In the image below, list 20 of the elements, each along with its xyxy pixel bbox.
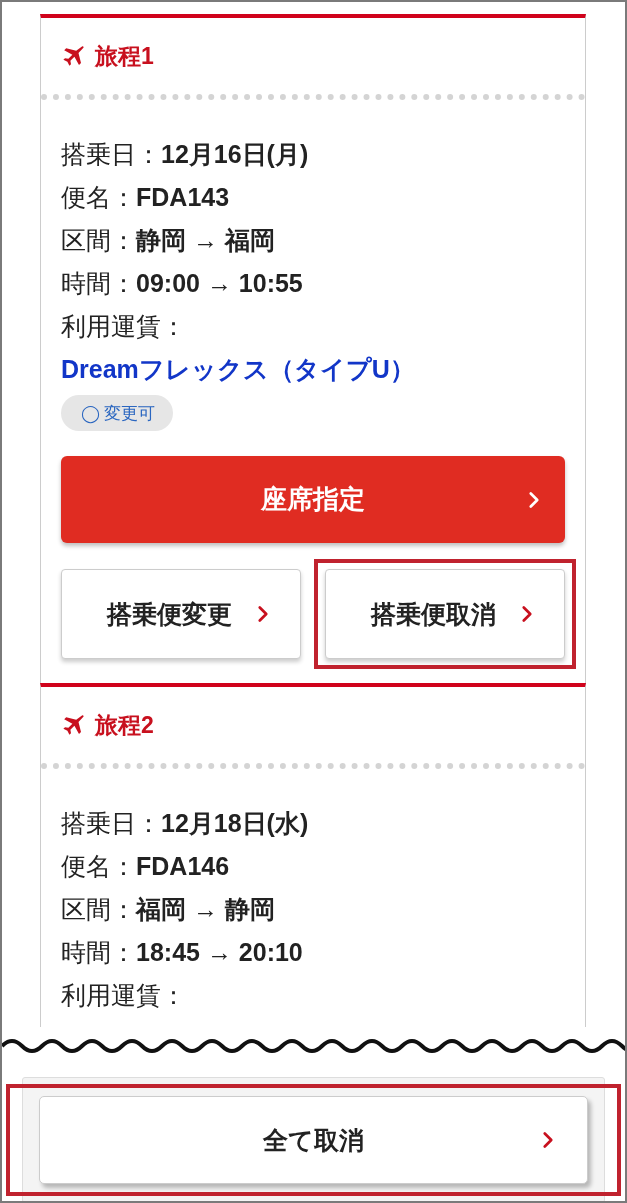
detail-line: 便名：FDA143 — [61, 182, 231, 213]
detail-line: 利用運賃： — [61, 980, 187, 1011]
detail-line: 区間：福岡 → 静岡 — [61, 894, 276, 925]
detail-line: 時間：18:45 → 20:10 — [61, 937, 304, 968]
flight-action-button[interactable]: 搭乗便取消 — [325, 569, 565, 659]
detail-line: 搭乗日：12月18日(水) — [61, 808, 310, 839]
detail-line: 区間：静岡 → 福岡 — [61, 225, 276, 256]
fare-name[interactable]: Dreamフレックス（タイプU） — [61, 348, 565, 391]
detail-line: 便名：FDA146 — [61, 851, 231, 882]
airplane-icon — [61, 44, 85, 68]
itinerary-title: 旅程1 — [95, 41, 154, 71]
flight-action-button[interactable]: 搭乗便変更 — [61, 569, 301, 659]
changeable-badge: ◯ 変更可 — [61, 395, 174, 431]
seat-selection-button[interactable]: 座席指定 — [61, 456, 565, 543]
detail-line: 時間：09:00 → 10:55 — [61, 268, 304, 299]
airplane-icon — [61, 713, 85, 737]
cancel-all-button[interactable]: 全て取消 — [39, 1096, 588, 1184]
detail-line: 利用運賃： — [61, 311, 187, 342]
detail-line: 搭乗日：12月16日(月) — [61, 139, 310, 170]
itinerary-title: 旅程2 — [95, 710, 154, 740]
